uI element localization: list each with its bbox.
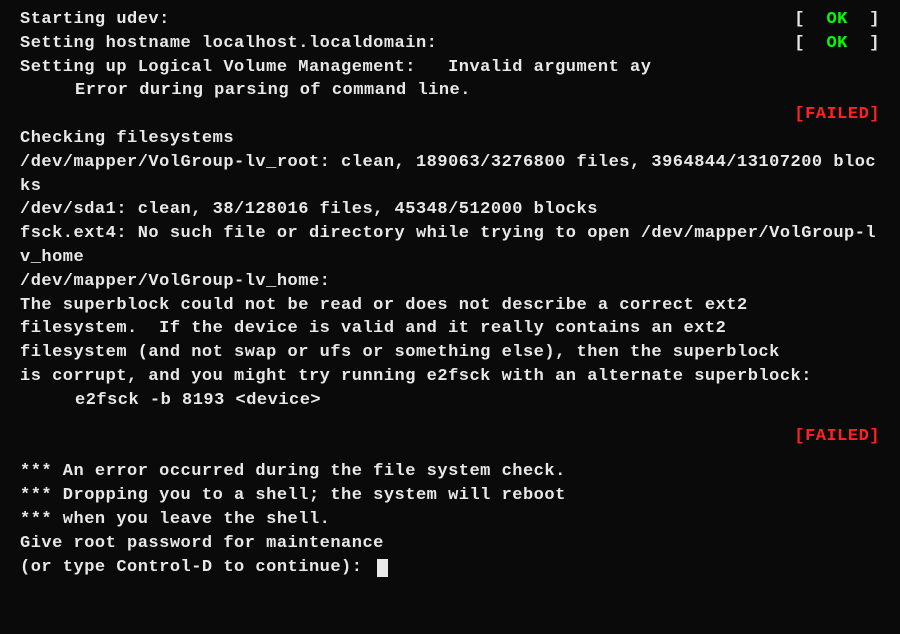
boot-line-superblock-1: The superblock could not be read or does… <box>20 294 880 318</box>
boot-line-lvm: Setting up Logical Volume Management: In… <box>20 56 880 80</box>
status-failed-badge: [FAILED] <box>760 425 880 449</box>
boot-line-superblock-4: is corrupt, and you might try running e2… <box>20 365 880 389</box>
boot-line-error-msg-3: *** when you leave the shell. <box>20 508 880 532</box>
cursor-icon <box>377 559 388 577</box>
status-ok-badge: [ OK ] <box>760 32 880 56</box>
boot-line-prompt[interactable]: (or type Control-D to continue): <box>20 556 880 580</box>
boot-line-failed-1: [FAILED] <box>20 103 880 127</box>
status-ok-badge: [ OK ] <box>760 8 880 32</box>
boot-line-fsck-error: fsck.ext4: No such file or directory whi… <box>20 222 880 270</box>
boot-line-error-msg-2: *** Dropping you to a shell; the system … <box>20 484 880 508</box>
boot-line-superblock-2: filesystem. If the device is valid and i… <box>20 317 880 341</box>
boot-line-lvroot: /dev/mapper/VolGroup-lv_root: clean, 189… <box>20 151 880 199</box>
boot-line-superblock-3: filesystem (and not swap or ufs or somet… <box>20 341 880 365</box>
boot-line-failed-2: [FAILED] <box>20 425 880 449</box>
boot-text: Setting hostname localhost.localdomain: <box>20 32 760 56</box>
boot-line-error-msg-1: *** An error occurred during the file sy… <box>20 460 880 484</box>
status-failed-badge: [FAILED] <box>760 103 880 127</box>
boot-line-sda1: /dev/sda1: clean, 38/128016 files, 45348… <box>20 198 880 222</box>
boot-line-checking-fs: Checking filesystems <box>20 127 880 151</box>
boot-line-udev: Starting udev: [ OK ] <box>20 8 880 32</box>
boot-line-e2fsck-cmd: e2fsck -b 8193 <device> <box>20 389 880 413</box>
boot-line-lvhome: /dev/mapper/VolGroup-lv_home: <box>20 270 880 294</box>
boot-line-hostname: Setting hostname localhost.localdomain: … <box>20 32 880 56</box>
boot-line-lvm-error: Error during parsing of command line. <box>20 79 880 103</box>
boot-text: Starting udev: <box>20 8 760 32</box>
boot-line-root-pw: Give root password for maintenance <box>20 532 880 556</box>
